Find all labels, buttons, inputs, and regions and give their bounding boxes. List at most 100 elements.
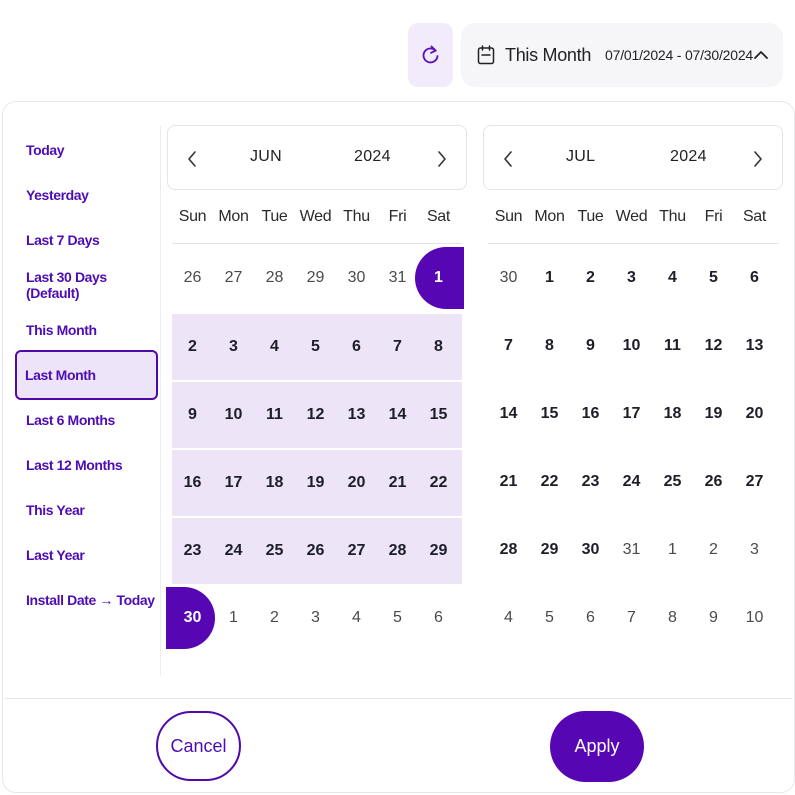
- day-cell[interactable]: 12: [295, 382, 336, 448]
- day-cell[interactable]: 22: [529, 448, 570, 516]
- day-cell[interactable]: 13: [336, 382, 377, 448]
- day-cell[interactable]: 17: [611, 380, 652, 448]
- day-cell[interactable]: 10: [213, 382, 254, 448]
- preset-last-12-months[interactable]: Last 12 Months: [15, 440, 158, 490]
- day-cell[interactable]: 11: [652, 312, 693, 380]
- day-cell[interactable]: 1: [213, 584, 254, 652]
- day-cell[interactable]: 25: [254, 518, 295, 584]
- month-label[interactable]: JUL: [566, 148, 595, 166]
- cancel-button[interactable]: Cancel: [156, 711, 241, 781]
- day-cell[interactable]: 17: [213, 450, 254, 516]
- day-cell[interactable]: 22: [418, 450, 459, 516]
- day-cell[interactable]: 25: [652, 448, 693, 516]
- range-end-day[interactable]: 30: [166, 584, 215, 652]
- day-cell[interactable]: 18: [652, 380, 693, 448]
- day-cell[interactable]: 20: [336, 450, 377, 516]
- day-cell[interactable]: 19: [693, 380, 734, 448]
- refresh-button[interactable]: [408, 23, 453, 87]
- day-cell[interactable]: 29: [529, 516, 570, 584]
- day-cell[interactable]: 27: [336, 518, 377, 584]
- day-cell[interactable]: 1: [652, 516, 693, 584]
- year-label[interactable]: 2024: [354, 148, 391, 166]
- day-cell[interactable]: 12: [693, 312, 734, 380]
- preset-last-year[interactable]: Last Year: [15, 530, 158, 580]
- day-cell[interactable]: 29: [295, 244, 336, 312]
- day-cell[interactable]: 3: [734, 516, 775, 584]
- day-cell[interactable]: 9: [570, 312, 611, 380]
- day-cell[interactable]: 31: [611, 516, 652, 584]
- preset-last-30-days-default[interactable]: Last 30 Days (Default): [15, 260, 158, 310]
- day-cell[interactable]: 21: [488, 448, 529, 516]
- year-label[interactable]: 2024: [670, 148, 707, 166]
- previous-month-button[interactable]: [175, 126, 209, 191]
- day-cell[interactable]: 27: [734, 448, 775, 516]
- day-cell[interactable]: 21: [377, 450, 418, 516]
- day-cell[interactable]: 4: [254, 314, 295, 380]
- day-cell[interactable]: 2: [570, 244, 611, 312]
- day-cell[interactable]: 9: [693, 584, 734, 652]
- day-cell[interactable]: 24: [611, 448, 652, 516]
- preset-this-year[interactable]: This Year: [15, 485, 158, 535]
- day-cell[interactable]: 27: [213, 244, 254, 312]
- day-cell[interactable]: 16: [570, 380, 611, 448]
- day-cell[interactable]: 7: [488, 312, 529, 380]
- next-month-button[interactable]: [425, 126, 459, 191]
- day-cell[interactable]: 7: [611, 584, 652, 652]
- day-cell[interactable]: 28: [254, 244, 295, 312]
- preset-yesterday[interactable]: Yesterday: [15, 170, 158, 220]
- day-cell[interactable]: 10: [611, 312, 652, 380]
- date-range-dropdown[interactable]: This Month 07/01/2024 - 07/30/2024: [461, 23, 783, 87]
- day-cell[interactable]: 3: [295, 584, 336, 652]
- day-cell[interactable]: 19: [295, 450, 336, 516]
- day-cell[interactable]: 4: [652, 244, 693, 312]
- day-cell[interactable]: 5: [529, 584, 570, 652]
- apply-button[interactable]: Apply: [550, 711, 644, 782]
- day-cell[interactable]: 10: [734, 584, 775, 652]
- day-cell[interactable]: 30: [336, 244, 377, 312]
- day-cell[interactable]: 11: [254, 382, 295, 448]
- preset-last-month[interactable]: Last Month: [15, 350, 158, 400]
- preset-today[interactable]: Today: [15, 125, 158, 175]
- day-cell[interactable]: 8: [529, 312, 570, 380]
- day-cell[interactable]: 13: [734, 312, 775, 380]
- day-cell[interactable]: 9: [172, 382, 213, 448]
- day-cell[interactable]: 7: [377, 314, 418, 380]
- day-cell[interactable]: 8: [418, 314, 459, 380]
- day-cell[interactable]: 18: [254, 450, 295, 516]
- day-cell[interactable]: 4: [488, 584, 529, 652]
- day-cell[interactable]: 5: [295, 314, 336, 380]
- day-cell[interactable]: 28: [377, 518, 418, 584]
- next-month-button[interactable]: [741, 126, 775, 191]
- day-cell[interactable]: 30: [488, 244, 529, 312]
- day-cell[interactable]: 2: [693, 516, 734, 584]
- month-label[interactable]: JUN: [250, 148, 282, 166]
- day-cell[interactable]: 31: [377, 244, 418, 312]
- day-cell[interactable]: 20: [734, 380, 775, 448]
- day-cell[interactable]: 30: [570, 516, 611, 584]
- preset-install-date-today[interactable]: Install Date → Today: [15, 575, 158, 625]
- day-cell[interactable]: 6: [418, 584, 459, 652]
- day-cell[interactable]: 26: [693, 448, 734, 516]
- day-cell[interactable]: 5: [693, 244, 734, 312]
- day-cell[interactable]: 14: [377, 382, 418, 448]
- day-cell[interactable]: 24: [213, 518, 254, 584]
- day-cell[interactable]: 3: [611, 244, 652, 312]
- day-cell[interactable]: 4: [336, 584, 377, 652]
- day-cell[interactable]: 3: [213, 314, 254, 380]
- day-cell[interactable]: 1: [529, 244, 570, 312]
- range-start-day[interactable]: 1: [415, 244, 464, 312]
- day-cell[interactable]: 26: [172, 244, 213, 312]
- day-cell[interactable]: 23: [570, 448, 611, 516]
- day-cell[interactable]: 28: [488, 516, 529, 584]
- day-cell[interactable]: 8: [652, 584, 693, 652]
- day-cell[interactable]: 6: [336, 314, 377, 380]
- preset-last-6-months[interactable]: Last 6 Months: [15, 395, 158, 445]
- day-cell[interactable]: 15: [418, 382, 459, 448]
- day-cell[interactable]: 14: [488, 380, 529, 448]
- day-cell[interactable]: 6: [734, 244, 775, 312]
- day-cell[interactable]: 6: [570, 584, 611, 652]
- chevron-up-icon[interactable]: [753, 50, 769, 60]
- day-cell[interactable]: 2: [172, 314, 213, 380]
- day-cell[interactable]: 5: [377, 584, 418, 652]
- day-cell[interactable]: 23: [172, 518, 213, 584]
